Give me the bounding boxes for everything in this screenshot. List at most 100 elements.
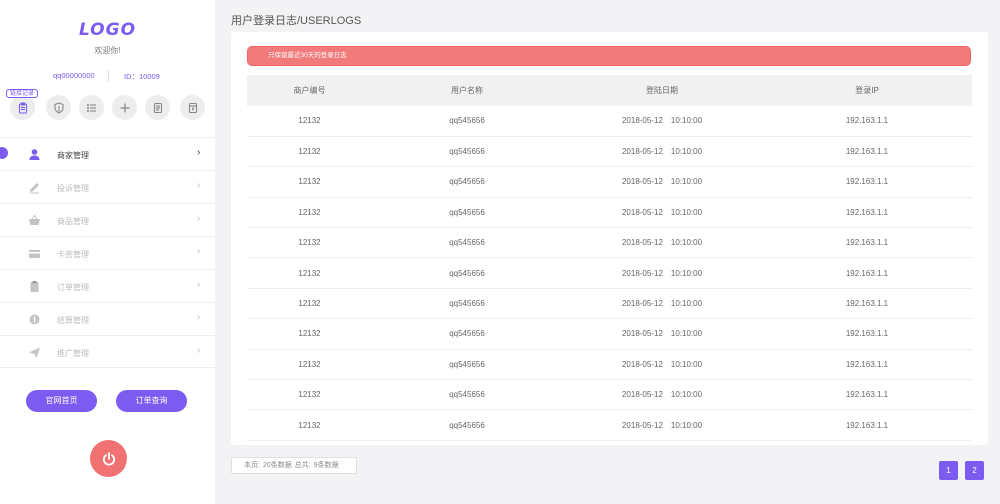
- page-1-button[interactable]: 1: [939, 461, 958, 480]
- receipt-icon: [188, 102, 197, 113]
- login-date: 2018-05-12: [621, 116, 663, 126]
- menu-item-promotion[interactable]: 推广管理 ›: [0, 335, 215, 368]
- login-time: 10:10:00: [670, 268, 703, 278]
- login-ip-cell: 192.163.1.1: [762, 257, 972, 289]
- login-ip-cell: 192.163.1.1: [762, 288, 972, 320]
- login-ip-cell: 192.163.1.1: [762, 106, 972, 137]
- login-ip-cell: 192.163.1.1: [762, 166, 972, 198]
- user-icon: [29, 149, 40, 160]
- menu-item-merchant[interactable]: 商家管理 ›: [0, 137, 215, 170]
- login-date: 2018-05-12: [621, 207, 663, 217]
- page-count: 20条数据: [262, 462, 292, 469]
- plus-icon: [120, 103, 129, 112]
- login-date: 2018-05-12: [621, 390, 663, 400]
- power-icon: [102, 451, 115, 466]
- merchant-id-cell: 12132: [247, 257, 372, 289]
- merchant-id-cell: 12132: [247, 349, 372, 381]
- quick-clipboard-button[interactable]: [10, 95, 35, 120]
- login-time: 10:10:00: [670, 238, 703, 248]
- login-time: 10:10:00: [670, 420, 703, 430]
- column-header: 登陆日期: [562, 75, 762, 106]
- login-date-cell: 2018-05-12 10:10:00: [562, 288, 762, 320]
- list-icon: [86, 103, 96, 112]
- menu-label: 商家管理: [57, 151, 89, 160]
- table-row: 12132 qq545656 2018-05-12 10:10:00 192.163.1…: [247, 288, 972, 320]
- table-row: 12132 qq545656 2018-05-12 10:10:00 192.163.1…: [247, 318, 972, 350]
- merchant-id-cell: 12132: [247, 227, 372, 259]
- login-time: 10:10:00: [670, 177, 703, 187]
- chevron-right-icon: ›: [197, 246, 201, 257]
- order-query-button[interactable]: 订单查询: [116, 390, 187, 412]
- column-header: 商户编号: [247, 75, 372, 106]
- quick-actions: [0, 95, 215, 123]
- login-date: 2018-05-12: [621, 420, 663, 430]
- column-header: 用户名称: [372, 75, 562, 106]
- retention-alert: 只保留最近30天的登录日志: [247, 46, 971, 66]
- logo: LOGO: [78, 20, 137, 40]
- page-info: 本页: 20条数据 总共: 9条数据: [231, 457, 357, 474]
- login-date: 2018-05-12: [621, 268, 663, 278]
- login-time: 10:10:00: [670, 116, 703, 126]
- menu-item-complaint[interactable]: 投诉管理 ›: [0, 170, 215, 203]
- coin-icon: [29, 314, 40, 325]
- login-ip-cell: 192.163.1.1: [762, 409, 972, 441]
- active-indicator: [0, 147, 8, 159]
- pencil-icon: [30, 183, 39, 194]
- page-label: 本页:: [244, 462, 260, 469]
- quick-shield-button[interactable]: [46, 95, 71, 120]
- merchant-id-cell: 12132: [247, 318, 372, 350]
- account-name: qq00000000: [53, 71, 95, 80]
- menu-item-order[interactable]: 订单管理 ›: [0, 269, 215, 302]
- login-time: 10:10:00: [670, 329, 703, 339]
- login-time: 10:10:00: [670, 390, 703, 400]
- login-date: 2018-05-12: [621, 177, 663, 187]
- side-menu: 商家管理 › 投诉管理 › 商品管理 › 卡密管理 › 订单管理 › 结算管理 …: [0, 137, 215, 368]
- home-button[interactable]: 官网首页: [26, 390, 97, 412]
- login-ip-cell: 192.163.1.1: [762, 227, 972, 259]
- menu-label: 推广管理: [57, 349, 89, 358]
- menu-item-goods[interactable]: 商品管理 ›: [0, 203, 215, 236]
- clipboard-icon: [30, 281, 39, 292]
- username-cell: qq545656: [372, 257, 562, 289]
- shield-icon: [53, 101, 64, 114]
- quick-document-button[interactable]: [145, 95, 170, 120]
- login-date: 2018-05-12: [621, 147, 663, 157]
- merchant-id-cell: 12132: [247, 106, 372, 137]
- login-date: 2018-05-12: [621, 299, 663, 309]
- total-count: 9条数据: [313, 462, 339, 469]
- quick-list-button[interactable]: [79, 95, 104, 120]
- table-row: 12132 qq545656 2018-05-12 10:10:00 192.163.1…: [247, 166, 972, 198]
- username-cell: qq545656: [372, 166, 562, 198]
- divider: [108, 70, 109, 82]
- chevron-right-icon: ›: [197, 279, 201, 290]
- quick-receipt-button[interactable]: [180, 95, 205, 120]
- table-row: 12132 qq545656 2018-05-12 10:10:00 192.163.1…: [247, 257, 972, 289]
- login-date-cell: 2018-05-12 10:10:00: [562, 257, 762, 289]
- welcome-text: 欢迎你!: [94, 46, 121, 55]
- quick-tag: 链接记录: [6, 89, 39, 98]
- login-date-cell: 2018-05-12 10:10:00: [562, 227, 762, 259]
- sidebar: LOGO 欢迎你! qq00000000 ID：10009 链接记录 商家管理: [0, 0, 215, 504]
- page-2-button[interactable]: 2: [965, 461, 984, 480]
- table-row: 12132 qq545656 2018-05-12 10:10:00 192.163.1…: [247, 227, 972, 259]
- merchant-id-cell: 12132: [247, 379, 372, 411]
- menu-item-card[interactable]: 卡密管理 ›: [0, 236, 215, 269]
- log-table: 商户编号 用户名称 登陆日期 登录IP 12132 qq545656 2018-05…: [247, 75, 972, 441]
- merchant-id-cell: 12132: [247, 166, 372, 198]
- chevron-right-icon: ›: [197, 180, 201, 191]
- login-ip-cell: 192.163.1.1: [762, 318, 972, 350]
- user-id: ID：10009: [124, 72, 160, 81]
- quick-add-button[interactable]: [112, 95, 137, 120]
- logout-button[interactable]: [90, 440, 127, 477]
- login-date-cell: 2018-05-12 10:10:00: [562, 197, 762, 229]
- login-date-cell: 2018-05-12 10:10:00: [562, 106, 762, 137]
- table-row: 12132 qq545656 2018-05-12 10:10:00 192.163.1…: [247, 106, 972, 137]
- menu-item-settlement[interactable]: 结算管理 ›: [0, 302, 215, 335]
- login-ip-cell: 192.163.1.1: [762, 349, 972, 381]
- username-cell: qq545656: [372, 136, 562, 168]
- column-header: 登录IP: [762, 75, 972, 106]
- chevron-right-icon: ›: [197, 345, 201, 356]
- login-time: 10:10:00: [670, 299, 703, 309]
- table-row: 12132 qq545656 2018-05-12 10:10:00 192.163.1…: [247, 136, 972, 168]
- basket-icon: [29, 214, 40, 225]
